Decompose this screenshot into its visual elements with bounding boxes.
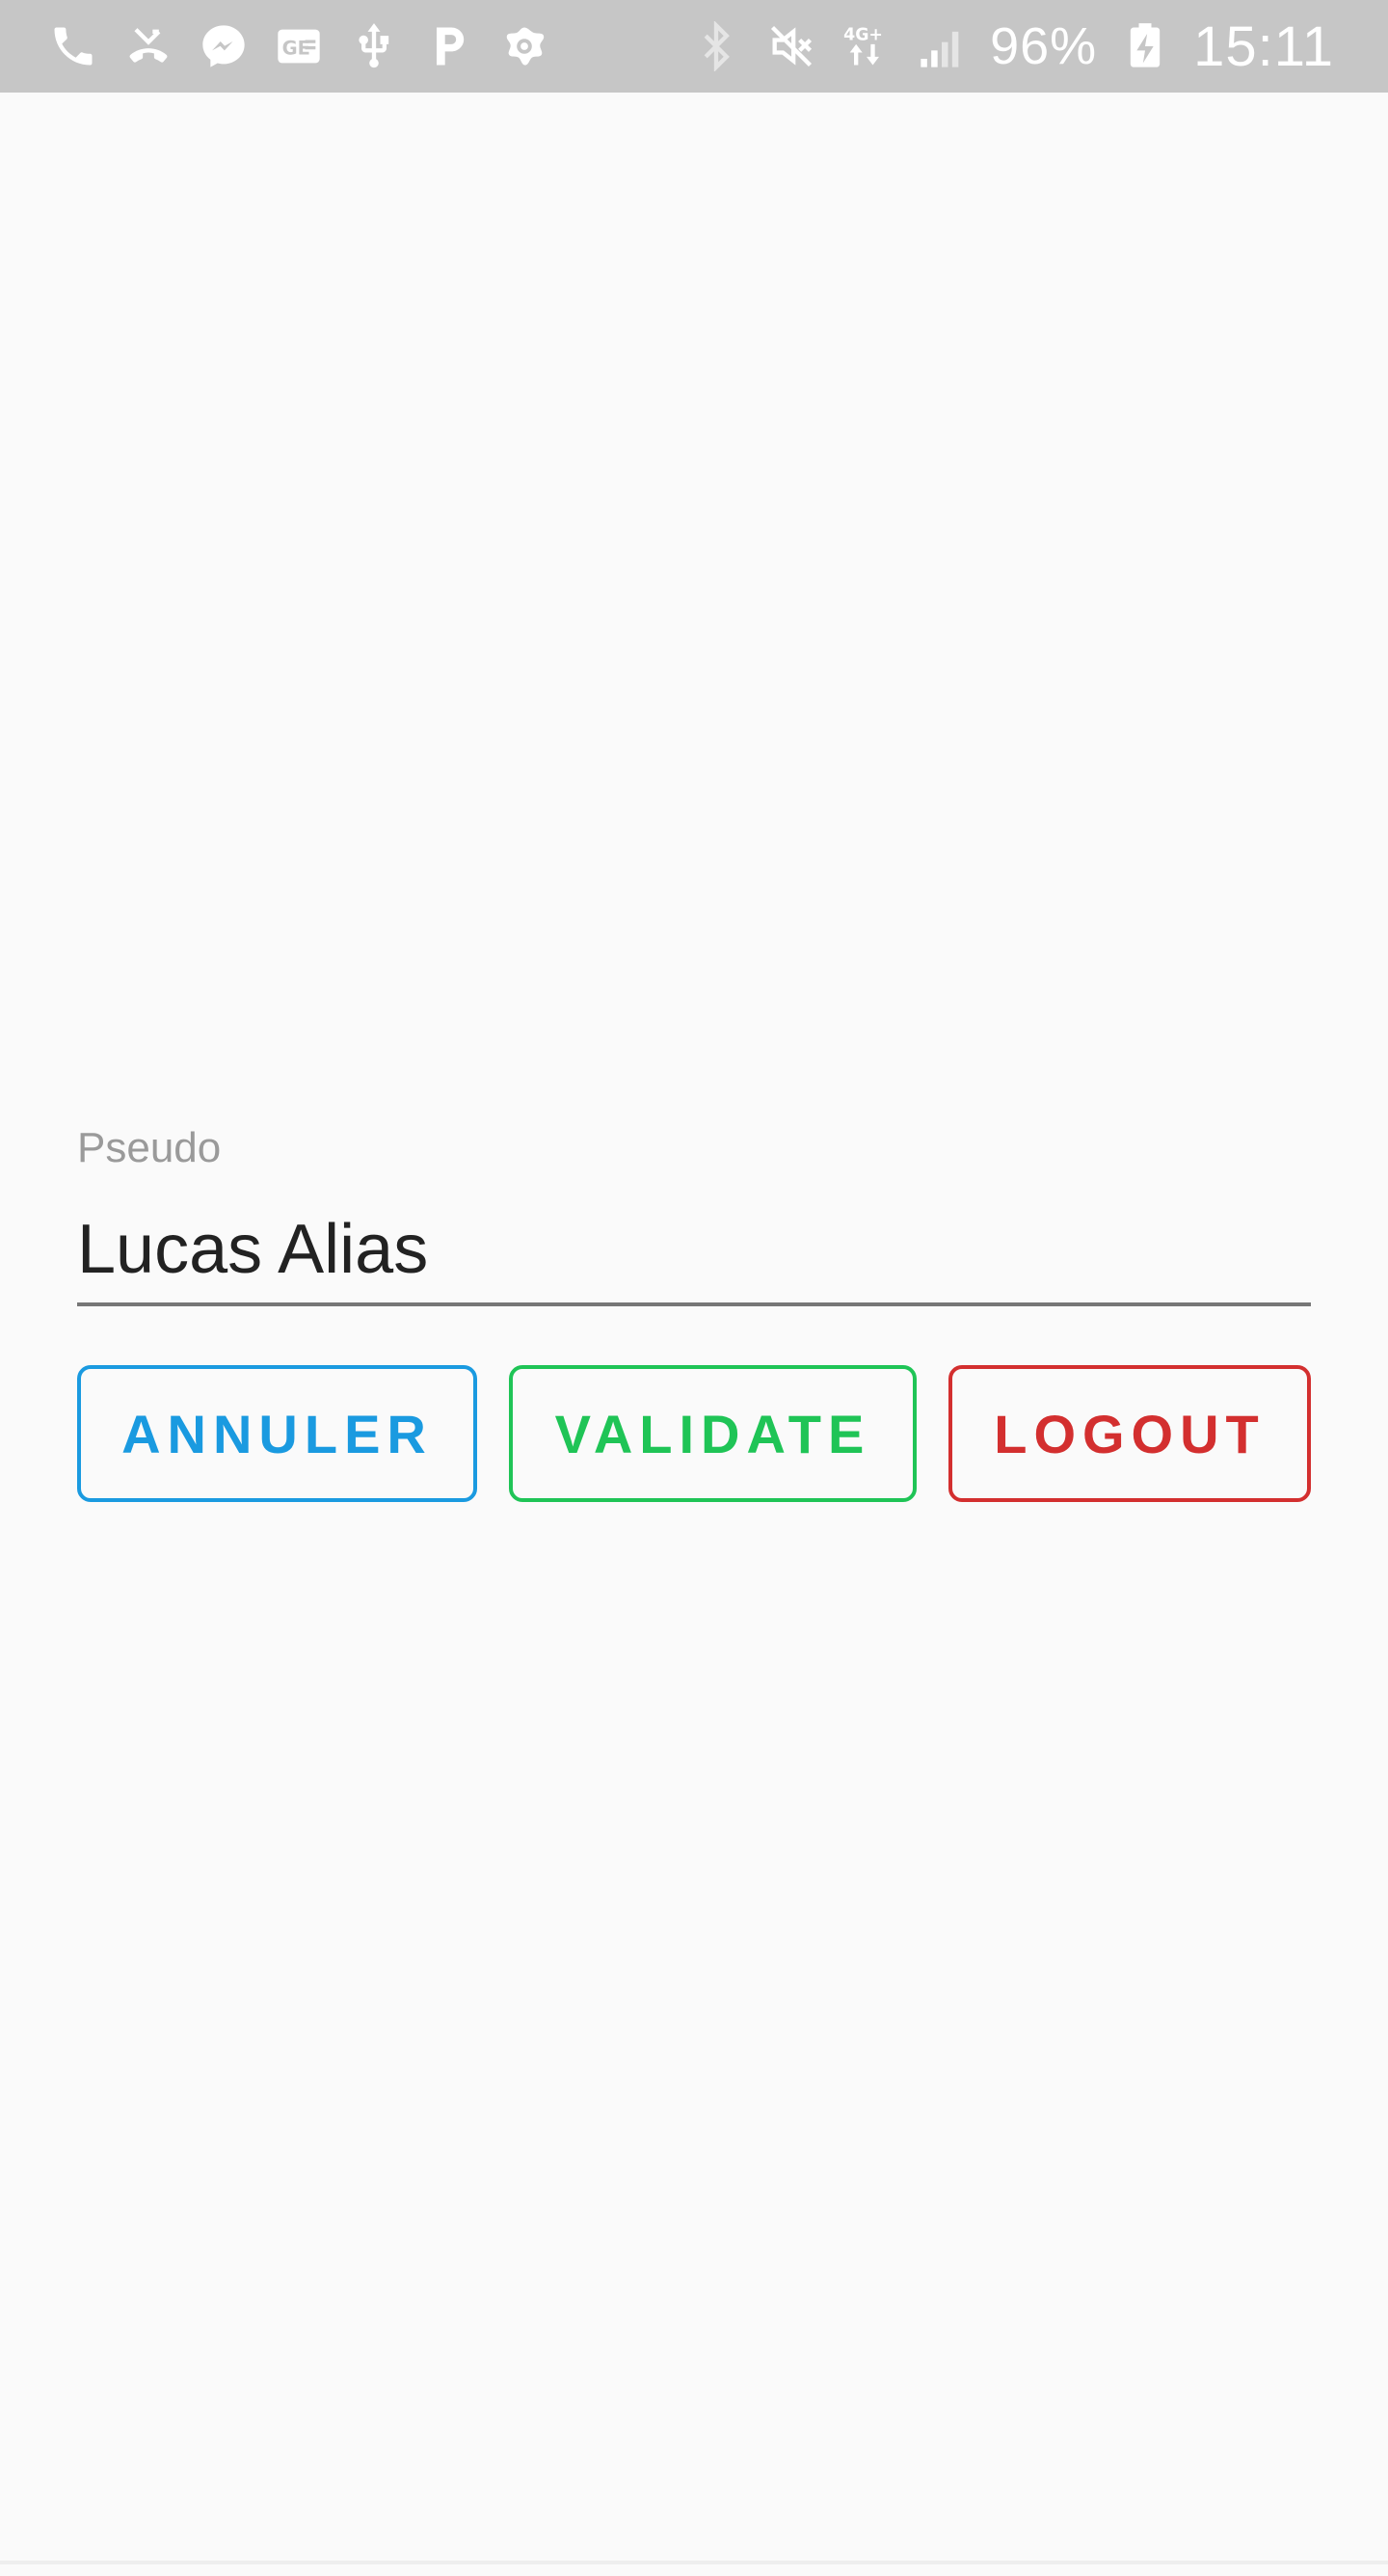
missed-call-icon <box>121 19 175 73</box>
logout-button[interactable]: LOGOUT <box>948 1365 1311 1502</box>
pseudo-label: Pseudo <box>77 1124 222 1171</box>
system-status: 4G+ 96% 15:11 <box>689 14 1334 79</box>
cancel-button[interactable]: ANNULER <box>77 1365 477 1502</box>
status-bar: GE 4G+ 96% 15:11 <box>0 0 1388 93</box>
clock: 15:11 <box>1193 14 1334 78</box>
bluetooth-icon <box>689 19 743 73</box>
signal-icon <box>915 19 969 73</box>
battery-charging-icon <box>1118 19 1172 73</box>
divider <box>0 2561 1388 2564</box>
phone-icon <box>46 19 100 73</box>
messenger-icon <box>197 19 251 73</box>
avast-icon <box>497 19 551 73</box>
parking-app-icon <box>422 19 476 73</box>
validate-button[interactable]: VALIDATE <box>509 1365 917 1502</box>
mute-icon <box>764 19 818 73</box>
svg-text:4G+: 4G+ <box>843 26 883 45</box>
pseudo-input[interactable] <box>77 1210 1311 1306</box>
usb-icon <box>347 19 401 73</box>
ge-app-icon: GE <box>272 19 326 73</box>
notification-icons: GE <box>46 19 551 73</box>
4g-data-icon: 4G+ <box>840 19 894 73</box>
battery-percentage: 96% <box>990 17 1098 75</box>
